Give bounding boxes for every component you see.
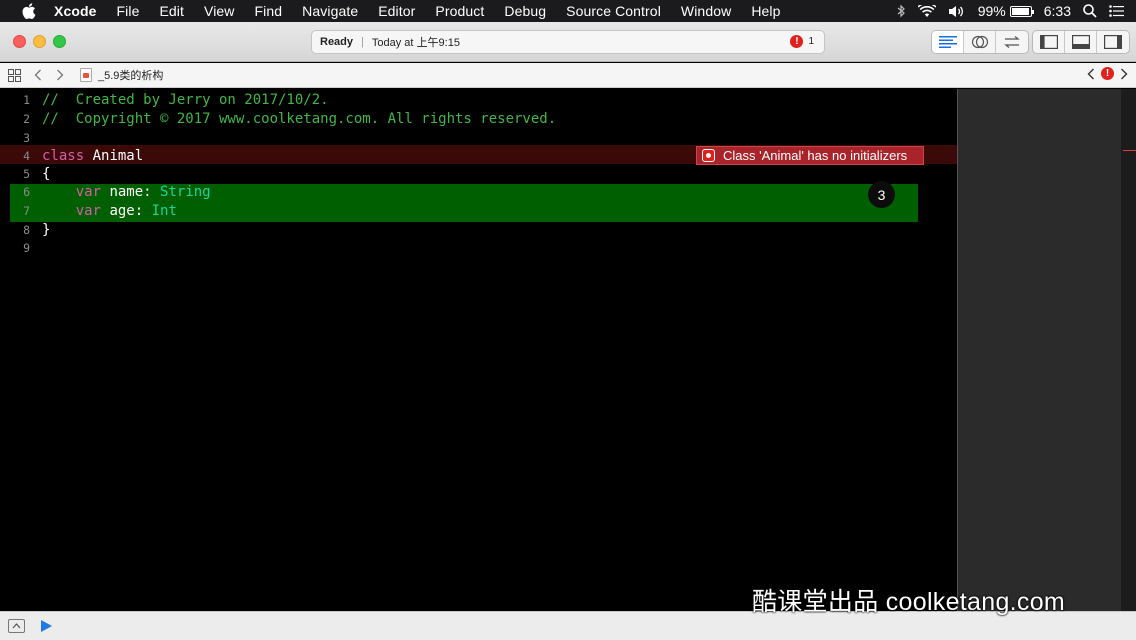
- toggle-debug-area-button[interactable]: [1065, 31, 1097, 53]
- wifi-icon[interactable]: [917, 4, 936, 18]
- line-number: 6: [23, 185, 30, 199]
- vertical-scrollbar[interactable]: [1121, 89, 1136, 611]
- menu-source-control[interactable]: Source Control: [566, 3, 661, 19]
- code-text: var name: String: [42, 183, 211, 202]
- keyword: var: [42, 203, 102, 219]
- error-count: 1: [808, 36, 814, 47]
- clock[interactable]: 6:33: [1044, 3, 1071, 19]
- menu-edit[interactable]: Edit: [159, 3, 184, 19]
- hide-debug-area-button[interactable]: [8, 619, 25, 633]
- step-badge: 3: [868, 181, 895, 208]
- type-name: Int: [151, 203, 177, 219]
- swift-file-icon: [80, 68, 92, 82]
- code-text: }: [42, 222, 51, 238]
- previous-issue-chevron-icon[interactable]: [1087, 68, 1095, 80]
- next-issue-chevron-icon[interactable]: [1120, 68, 1128, 80]
- build-status: Ready: [320, 36, 354, 48]
- minimize-window-button[interactable]: [33, 35, 46, 48]
- error-count-badge[interactable]: ! 1: [790, 35, 814, 48]
- keyword: var: [42, 184, 102, 200]
- toggle-navigator-button[interactable]: [1033, 31, 1065, 53]
- error-annotation[interactable]: Class 'Animal' has no initializers: [696, 146, 924, 165]
- watermark: 酷课堂出品 coolketang.com: [752, 588, 1066, 616]
- code-line: 6 var name: String: [0, 183, 957, 202]
- identifier: Animal: [84, 148, 144, 164]
- version-editor-button[interactable]: [996, 31, 1028, 53]
- volume-icon[interactable]: [948, 5, 966, 18]
- jump-bar: _5.9类的析构 !: [0, 63, 1136, 88]
- build-timestamp: Today at 上午9:15: [371, 37, 460, 49]
- menu-bar: Xcode File Edit View Find Navigate Edito…: [0, 0, 1136, 22]
- error-icon: [702, 149, 715, 162]
- battery-icon: [1009, 5, 1034, 17]
- menu-find[interactable]: Find: [255, 3, 283, 19]
- run-play-icon[interactable]: [41, 620, 52, 632]
- notification-center-icon[interactable]: [1109, 5, 1124, 17]
- apple-menu-icon[interactable]: [21, 3, 37, 19]
- code-line: 2 // Copyright © 2017 www.coolketang.com…: [0, 110, 957, 129]
- minimap[interactable]: [957, 89, 1121, 611]
- divider: |: [361, 36, 364, 48]
- line-number: 8: [23, 223, 30, 237]
- view-toggle-control: [1032, 30, 1130, 54]
- issue-error-icon[interactable]: !: [1101, 67, 1114, 80]
- error-message: Class 'Animal' has no initializers: [723, 148, 908, 163]
- spotlight-search-icon[interactable]: [1083, 4, 1097, 18]
- menu-view[interactable]: View: [204, 3, 235, 19]
- menu-window[interactable]: Window: [681, 3, 731, 19]
- bluetooth-icon[interactable]: [897, 4, 906, 18]
- zoom-window-button[interactable]: [53, 35, 66, 48]
- error-marker: [1123, 150, 1136, 151]
- type-name: String: [160, 184, 211, 200]
- back-chevron-icon[interactable]: [34, 69, 42, 81]
- battery-status[interactable]: 99%: [977, 3, 1034, 19]
- assistant-editor-button[interactable]: [964, 31, 996, 53]
- menu-debug[interactable]: Debug: [504, 3, 546, 19]
- line-number: 3: [23, 131, 30, 145]
- menu-file[interactable]: File: [117, 3, 140, 19]
- line-number: 9: [23, 241, 30, 255]
- related-items-grid-icon[interactable]: [8, 68, 21, 82]
- code-line: 5 {: [0, 165, 957, 184]
- breadcrumb-file-name[interactable]: _5.9类的析构: [98, 67, 163, 83]
- code-text: {: [42, 166, 51, 182]
- issue-navigation: !: [1087, 67, 1128, 80]
- code-comment: // Copyright © 2017 www.coolketang.com. …: [42, 111, 557, 127]
- close-window-button[interactable]: [13, 35, 26, 48]
- editor-mode-control: [931, 30, 1029, 54]
- source-editor[interactable]: 1 // Created by Jerry on 2017/10/2. 2 //…: [0, 89, 957, 611]
- identifier: name:: [101, 184, 161, 200]
- code-line: 9: [0, 239, 957, 258]
- code-text: class Animal: [42, 147, 143, 166]
- battery-percent: 99%: [977, 3, 1006, 19]
- status-menus: 99% 6:33: [897, 0, 1136, 22]
- menu-help[interactable]: Help: [751, 3, 780, 19]
- menu-navigate[interactable]: Navigate: [302, 3, 358, 19]
- activity-viewer[interactable]: Ready | Today at 上午9:15 ! 1: [311, 30, 825, 54]
- code-text: var age: Int: [42, 202, 177, 221]
- toggle-inspector-button[interactable]: [1097, 31, 1129, 53]
- menu-xcode[interactable]: Xcode: [54, 3, 97, 19]
- line-number: 2: [23, 112, 30, 126]
- keyword: class: [42, 148, 85, 164]
- code-line: 8 }: [0, 221, 957, 240]
- line-number: 7: [23, 204, 30, 218]
- menu-editor[interactable]: Editor: [378, 3, 415, 19]
- line-number: 4: [23, 149, 30, 163]
- code-comment: // Created by Jerry on 2017/10/2.: [42, 92, 329, 108]
- code-line: 7 var age: Int: [0, 202, 957, 221]
- code-line: 1 // Created by Jerry on 2017/10/2.: [0, 91, 957, 110]
- error-icon: !: [790, 35, 804, 48]
- line-number: 5: [23, 167, 30, 181]
- menu-product[interactable]: Product: [435, 3, 484, 19]
- line-number: 1: [23, 93, 30, 107]
- window-toolbar: Ready | Today at 上午9:15 ! 1: [0, 22, 1136, 62]
- forward-chevron-icon[interactable]: [56, 69, 64, 81]
- identifier: age:: [101, 203, 152, 219]
- standard-editor-button[interactable]: [932, 31, 964, 53]
